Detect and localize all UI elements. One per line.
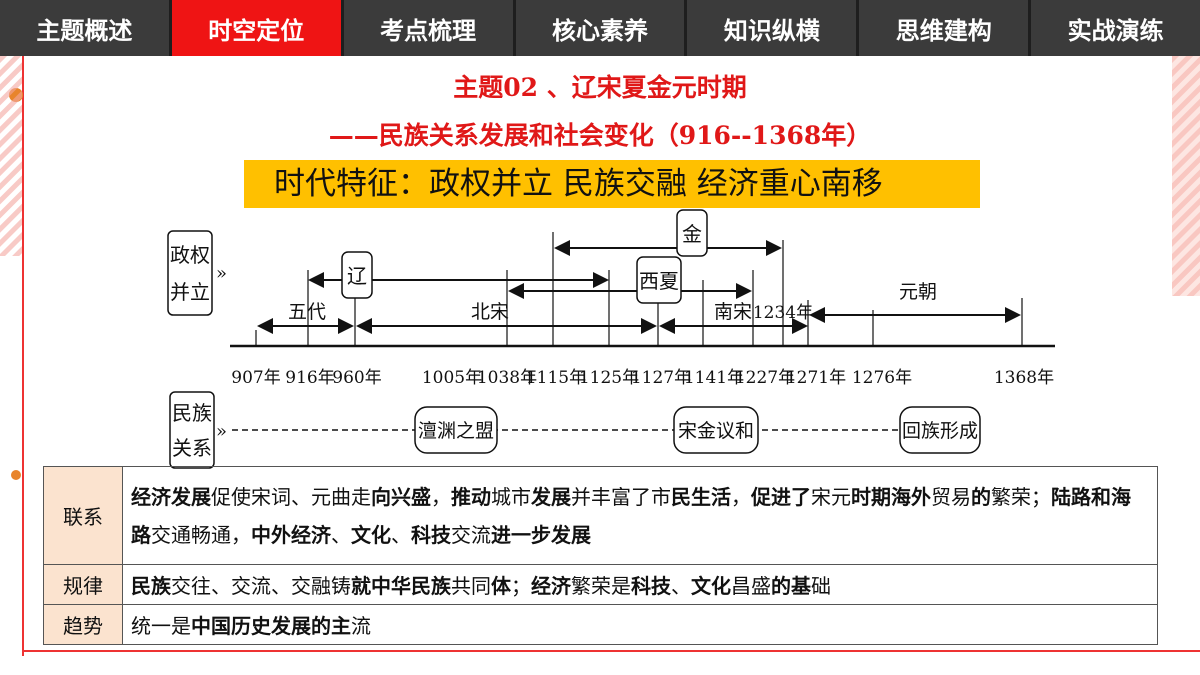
text-segment: 文化 [351,522,391,547]
text-segment: 、 [391,522,411,547]
text-segment: ， [431,484,451,509]
svg-text:西夏: 西夏 [639,269,679,293]
table-row: 规律 民族交往、交流、交融铸就中华民族共同体；经济繁荣是科技、文化昌盛的基础 [43,564,1158,605]
text-segment: 交流 [451,522,491,547]
summary-table: 联系 经济发展促使宋词、元曲走向兴盛，推动城市发展并丰富了市民生活，促进了宋元时… [43,466,1158,645]
svg-text:澶渊之盟: 澶渊之盟 [418,420,494,442]
year-label: 1005年 [422,368,482,388]
text-segment: 进一步发展 [491,522,591,547]
svg-text:民族: 民族 [172,401,212,425]
text-segment: 昌盛 [731,574,771,598]
event-songjin-peace: 宋金议和 [673,406,759,454]
table-row: 联系 经济发展促使宋词、元曲走向兴盛，推动城市发展并丰富了市民生活，促进了宋元时… [43,466,1158,565]
svg-text:宋金议和: 宋金议和 [678,420,754,442]
text-segment: 就中华民族 [351,574,451,598]
text-segment: 并丰富了市 [571,484,671,509]
event-hui-formation: 回族形成 [899,406,981,454]
text-segment: 、 [671,574,691,598]
row-text: 民族交往、交流、交融铸就中华民族共同体；经济繁荣是科技、文化昌盛的基础 [122,564,1158,605]
text-segment: 促进了 [751,484,811,509]
text-segment: 流 [351,614,371,638]
text-segment: ， [731,484,751,509]
label-regimes-1: 政权 [170,243,210,267]
row-label: 联系 [43,466,123,565]
year-label: 916年 [285,368,334,388]
regime-xixia: 西夏 [636,256,682,304]
text-segment: 、 [331,522,351,547]
text-segment: 经济 [531,574,571,598]
text-segment: 础 [811,574,831,598]
event-chanyuan: 澶渊之盟 [414,406,498,454]
text-segment: 文化 [691,574,731,598]
svg-text:金: 金 [682,222,702,246]
arrow-mark: » [216,421,227,442]
text-segment: 时期海外 [851,484,931,509]
year-label: 1115年 [526,368,586,388]
text-segment: 贸易 [931,484,971,509]
row-text: 统一是中国历史发展的主流 [122,604,1158,645]
text-segment: 发展 [531,484,571,509]
text-segment: 推动 [451,484,491,509]
regime-liao: 辽 [341,251,373,299]
text-segment: 中国历史发展的主 [191,614,351,638]
label-regimes-2: 并立 [170,280,210,304]
text-segment: 的 [971,484,991,509]
text-segment: 科技 [631,574,671,598]
text-segment: 宋元 [811,484,851,509]
table-row: 趋势 统一是中国历史发展的主流 [43,604,1158,645]
svg-text:回族形成: 回族形成 [902,420,978,442]
text-segment: 向兴盛 [371,484,431,509]
row-label: 规律 [43,564,123,605]
text-segment: 共同 [451,574,491,598]
text-segment: 城市 [491,484,531,509]
text-segment: 繁荣； [991,484,1051,509]
year-label: 1368年 [994,368,1054,388]
text-segment: 科技 [411,522,451,547]
row-label-ethnic: 民族 关系 [169,391,215,469]
text-segment: 体 [491,574,511,598]
row-text: 经济发展促使宋词、元曲走向兴盛，推动城市发展并丰富了市民生活，促进了宋元时期海外… [122,466,1158,565]
year-label: 1127年 [631,368,691,388]
year-label: 907年 [231,368,280,388]
year-label: 960年 [332,368,381,388]
year-label: 1271年 [786,368,846,388]
text-segment: 中外经济 [251,522,331,547]
year-label: 1276年 [852,368,912,388]
text-segment: 统一是 [131,614,191,638]
period-wudai: 五代 [288,301,326,323]
text-segment: 的基 [771,574,811,598]
svg-text:辽: 辽 [347,264,367,288]
row-label-regimes: 政权 并立 [167,230,213,316]
text-segment: 繁荣是 [571,574,631,598]
period-beisong: 北宋 [471,301,509,323]
boundary-1234: 1234年 [753,303,813,323]
regime-jin: 金 [676,209,708,257]
text-segment: 交通畅通， [151,522,251,547]
text-segment: 交往、交流、交融铸 [171,574,351,598]
period-nansong: 南宋 [714,301,752,323]
text-segment: ； [511,574,531,598]
text-segment: 民生活 [671,484,731,509]
arrow-mark: » [216,263,227,284]
text-segment: 经济发展 [131,484,211,509]
period-yuan: 元朝 [899,281,937,303]
row-label: 趋势 [43,604,123,645]
svg-text:关系: 关系 [172,436,212,460]
text-segment: 民族 [131,574,171,598]
text-segment: 促使宋词、元曲走 [211,484,371,509]
